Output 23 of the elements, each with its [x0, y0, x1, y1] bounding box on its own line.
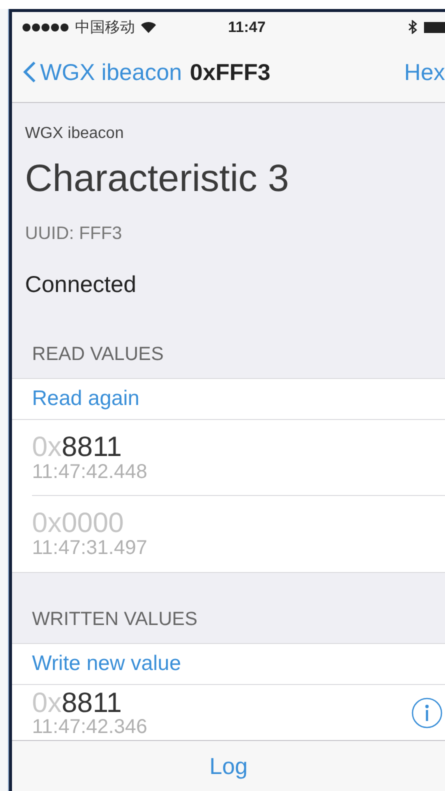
- uuid-label: UUID: FFF3: [25, 222, 123, 245]
- chevron-left-icon: [23, 61, 36, 83]
- timestamp: 11:47:42.346: [32, 717, 148, 737]
- action-link[interactable]: Write new value: [12, 644, 445, 685]
- back-button[interactable]: WGX ibeacon: [23, 58, 182, 86]
- info-icon[interactable]: [411, 697, 443, 729]
- bluetooth-icon: [408, 20, 417, 34]
- section-header: WRITTEN VALUES: [31, 608, 198, 632]
- connection-status: Connected: [25, 270, 138, 299]
- hex-button[interactable]: Hex: [404, 58, 445, 86]
- log-button[interactable]: Log: [209, 752, 248, 780]
- carrier-name: 中国移动: [75, 18, 135, 36]
- status-time: 11:47: [228, 18, 266, 36]
- device-name: WGX ibeacon: [25, 124, 125, 144]
- battery-icon: [424, 22, 445, 32]
- timestamp: 11:47:42.448: [32, 460, 148, 482]
- signal-icon: [22, 22, 70, 32]
- section-header: READ VALUES: [31, 343, 165, 367]
- wifi-icon: [140, 21, 157, 33]
- nav-title: 0xFFF3: [190, 58, 270, 86]
- timestamp: 11:47:31.497: [32, 537, 148, 559]
- characteristic-title: Characteristic 3: [25, 157, 290, 202]
- action-link[interactable]: Read again: [12, 379, 445, 420]
